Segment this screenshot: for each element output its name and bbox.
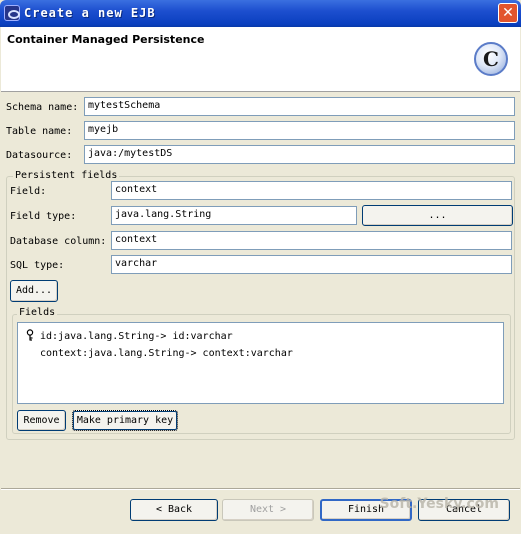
database-column-input[interactable]: context [111, 231, 512, 250]
browse-type-button[interactable]: ... [362, 205, 513, 226]
list-item[interactable]: context:java.lang.String-> context:varch… [40, 348, 293, 359]
field-input[interactable]: context [111, 181, 512, 200]
sql-type-label: SQL type: [10, 260, 65, 271]
watermark: Soft.Yesky.com [379, 496, 499, 512]
schema-name-input[interactable]: mytestSchema [84, 97, 515, 116]
close-button[interactable]: ✕ [498, 3, 518, 23]
datasource-label: Datasource: [6, 150, 73, 161]
table-name-label: Table name: [6, 126, 73, 137]
eclipse-icon [4, 5, 20, 21]
field-type-label: Field type: [10, 211, 77, 222]
field-label: Field: [10, 186, 47, 197]
field-type-input[interactable]: java.lang.String [111, 206, 357, 225]
table-name-input[interactable]: myejb [84, 121, 515, 140]
page-title: Container Managed Persistence [7, 33, 205, 46]
database-column-label: Database column: [10, 236, 107, 247]
fields-list[interactable]: id:java.lang.String-> id:varchar context… [17, 322, 504, 404]
make-primary-key-button[interactable]: Make primary key [72, 410, 178, 431]
sql-type-input[interactable]: varchar [111, 255, 512, 274]
primary-key-icon [26, 329, 34, 341]
fields-group-label: Fields [17, 307, 58, 318]
window-title: Create a new EJB [24, 6, 156, 20]
wizard-header: Container Managed Persistence C [1, 27, 520, 92]
back-button[interactable]: < Back [130, 499, 218, 521]
footer-separator [1, 488, 520, 490]
schema-name-label: Schema name: [6, 102, 79, 113]
datasource-input[interactable]: java:/mytestDS [84, 145, 515, 164]
list-item[interactable]: id:java.lang.String-> id:varchar [40, 331, 233, 342]
next-button[interactable]: Next > [222, 499, 314, 521]
remove-button[interactable]: Remove [17, 410, 66, 431]
title-bar: Create a new EJB ✕ [0, 0, 521, 27]
add-button[interactable]: Add... [10, 280, 58, 302]
c-logo-icon: C [474, 42, 508, 76]
persistent-fields-label: Persistent fields [13, 170, 120, 181]
